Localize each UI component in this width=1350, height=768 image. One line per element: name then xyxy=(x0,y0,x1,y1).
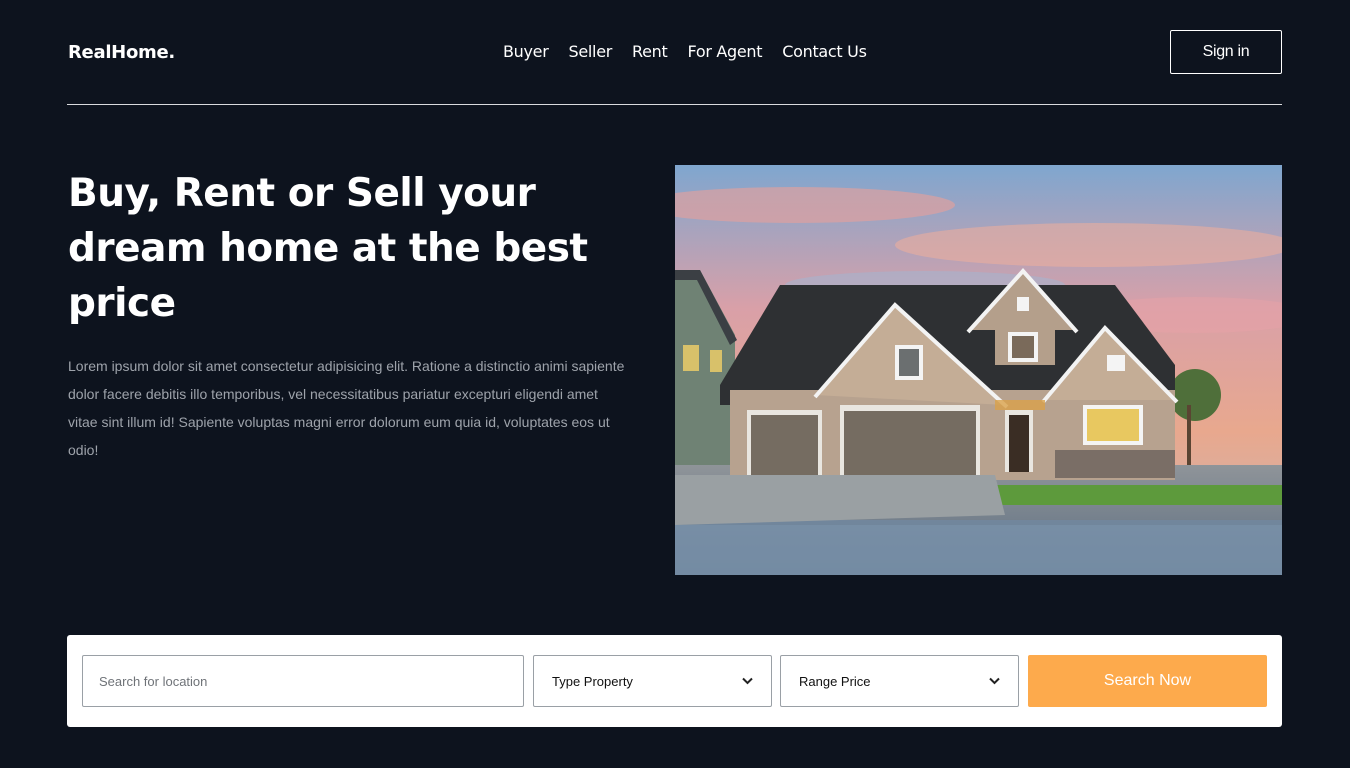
chevron-down-icon xyxy=(742,674,753,688)
logo[interactable]: RealHome. xyxy=(68,42,175,63)
type-property-select[interactable]: Type Property xyxy=(533,655,772,707)
range-price-select[interactable]: Range Price xyxy=(780,655,1019,707)
hero-description: Lorem ipsum dolor sit amet consectetur a… xyxy=(68,358,625,458)
type-property-value: Type Property xyxy=(552,673,633,689)
chevron-down-icon xyxy=(989,674,1000,688)
top-navbar: RealHome. Buyer Seller Rent For Agent Co… xyxy=(67,0,1282,105)
search-now-button[interactable]: Search Now xyxy=(1028,655,1267,707)
nav-link-contact-us[interactable]: Contact Us xyxy=(782,42,867,61)
location-search-input[interactable] xyxy=(82,655,524,707)
hero-title: Buy, Rent or Sell your dream home at the… xyxy=(68,171,588,326)
nav-link-for-agent[interactable]: For Agent xyxy=(688,42,763,61)
hero-house-image xyxy=(675,165,1282,575)
nav-link-seller[interactable]: Seller xyxy=(569,42,613,61)
main-menu: Buyer Seller Rent For Agent Contact Us xyxy=(503,42,887,61)
sign-in-button[interactable]: Sign in xyxy=(1170,30,1282,74)
nav-link-buyer[interactable]: Buyer xyxy=(503,42,549,61)
search-panel: Type Property Range Price Search Now xyxy=(67,635,1282,727)
range-price-value: Range Price xyxy=(799,673,871,689)
nav-link-rent[interactable]: Rent xyxy=(632,42,668,61)
